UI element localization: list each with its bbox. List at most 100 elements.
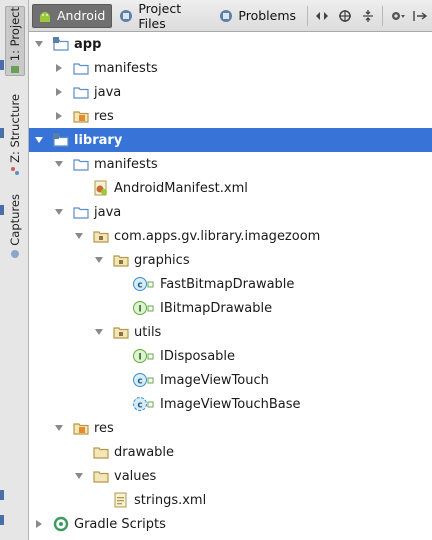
folder-icon [93,444,109,460]
module-folder-icon [53,36,69,52]
view-tab-android[interactable]: Android [32,3,113,28]
interface-icon: I [133,300,155,316]
tree-node-label: com.apps.gv.library.imagezoom [114,228,321,244]
tool-tab-label: Captures [8,194,22,246]
captures-icon [10,248,20,258]
collapse-arrow-icon[interactable] [53,62,65,74]
view-tab-project-files[interactable]: Project Files [114,0,212,31]
tree-node[interactable]: manifests [29,56,432,80]
tree-node[interactable]: c FastBitmapDrawable [29,272,432,296]
view-tab-label: Problems [238,8,297,23]
tree-node-label: graphics [134,252,190,268]
resource-folder-icon [73,420,89,436]
tree-node-label: ImageViewTouchBase [160,396,301,412]
pin-icon[interactable] [412,7,429,25]
expand-arrow-icon[interactable] [93,254,105,266]
tree-node[interactable]: com.apps.gv.library.imagezoom [29,224,432,248]
tree-node[interactable]: app [29,32,432,56]
class-icon: c [133,276,155,292]
tree-node[interactable]: java [29,80,432,104]
target-icon[interactable] [337,7,354,25]
tree-node-label: java [94,84,122,100]
expand-arrow-icon[interactable] [33,38,45,50]
tree-node[interactable]: strings.xml [29,488,432,512]
structure-icon [10,165,20,175]
manifest-file-icon [93,180,109,196]
tree-node[interactable]: AndroidManifest.xml [29,176,432,200]
strip-edge-marker [0,490,4,500]
android-icon [38,9,52,23]
toolbar-separator [382,5,384,26]
tree-node-label: utils [134,324,162,340]
package-icon [113,252,129,268]
collapse-arrow-icon[interactable] [53,110,65,122]
expand-arrow-icon[interactable] [73,230,85,242]
expand-arrow-icon[interactable] [53,206,65,218]
tree-node-label: java [94,204,122,220]
expand-arrow-icon[interactable] [53,158,65,170]
tree-node-label: IBitmapDrawable [160,300,273,316]
tree-node[interactable]: res [29,104,432,128]
tree-node[interactable]: c ImageViewTouchBase [29,392,432,416]
tree-node[interactable]: res [29,416,432,440]
tree-node-label: res [94,420,114,436]
tree-node[interactable]: drawable [29,440,432,464]
tree-node-label: app [74,36,102,52]
strip-edge-marker [0,515,4,525]
folder-icon [73,204,89,220]
tree-node[interactable]: java [29,200,432,224]
tree-node-label: manifests [94,156,158,172]
tool-tab-0[interactable]: 1: Project [5,6,25,77]
module-folder-icon [53,132,69,148]
tree-node[interactable]: utils [29,320,432,344]
resource-folder-icon [73,108,89,124]
tool-tab-1[interactable]: Z: Structure [5,94,25,177]
tree-node-label: IDisposable [160,348,236,364]
strip-edge-marker [0,128,4,138]
scroll-arrows-icon[interactable] [314,7,331,25]
package-icon [113,324,129,340]
class-icon: c [133,372,155,388]
collapse-icon[interactable] [360,7,377,25]
view-tab-label: Android [57,8,106,23]
expand-arrow-icon[interactable] [93,326,105,338]
gradle-icon [53,516,69,532]
tree-node[interactable]: Gradle Scripts [29,512,432,536]
folder-icon [73,60,89,76]
tool-tab-label: 1: Project [8,7,22,62]
tree-node[interactable]: library [29,128,432,152]
tree-node[interactable]: values [29,464,432,488]
tree-node-label: FastBitmapDrawable [160,276,295,292]
project-tree: app manifests java res library manifests Andro… [29,32,432,540]
tree-node-label: res [94,108,114,124]
tree-node[interactable]: graphics [29,248,432,272]
tree-node[interactable]: I IDisposable [29,344,432,368]
tree-node[interactable]: c ImageViewTouch [29,368,432,392]
tree-node-label: values [114,468,157,484]
view-tab-label: Project Files [138,0,182,31]
collapse-arrow-icon[interactable] [33,518,45,530]
expand-arrow-icon[interactable] [53,422,65,434]
tree-node[interactable]: I IBitmapDrawable [29,296,432,320]
project-icon [10,63,20,74]
tree-node-label: drawable [114,444,175,460]
tree-node-label: Gradle Scripts [74,516,166,532]
view-tab-problems[interactable]: Problems [214,4,302,28]
project-files-icon [119,9,133,23]
tree-node-label: library [74,132,123,148]
abstract-class-icon: c [133,396,155,412]
tree-node[interactable]: manifests [29,152,432,176]
expand-arrow-icon[interactable] [73,470,85,482]
xml-file-icon [113,492,129,508]
tool-tab-label: Z: Structure [8,94,22,163]
svg-text:I: I [138,305,141,315]
tree-node-label: ImageViewTouch [160,372,269,388]
problems-icon [219,9,233,23]
collapse-arrow-icon[interactable] [53,86,65,98]
folder-icon [93,468,109,484]
svg-text:I: I [138,353,141,363]
tool-tab-2[interactable]: Captures [5,194,25,260]
expand-arrow-icon[interactable] [33,134,45,146]
gear-icon[interactable] [389,7,406,25]
interface-icon: I [133,348,155,364]
